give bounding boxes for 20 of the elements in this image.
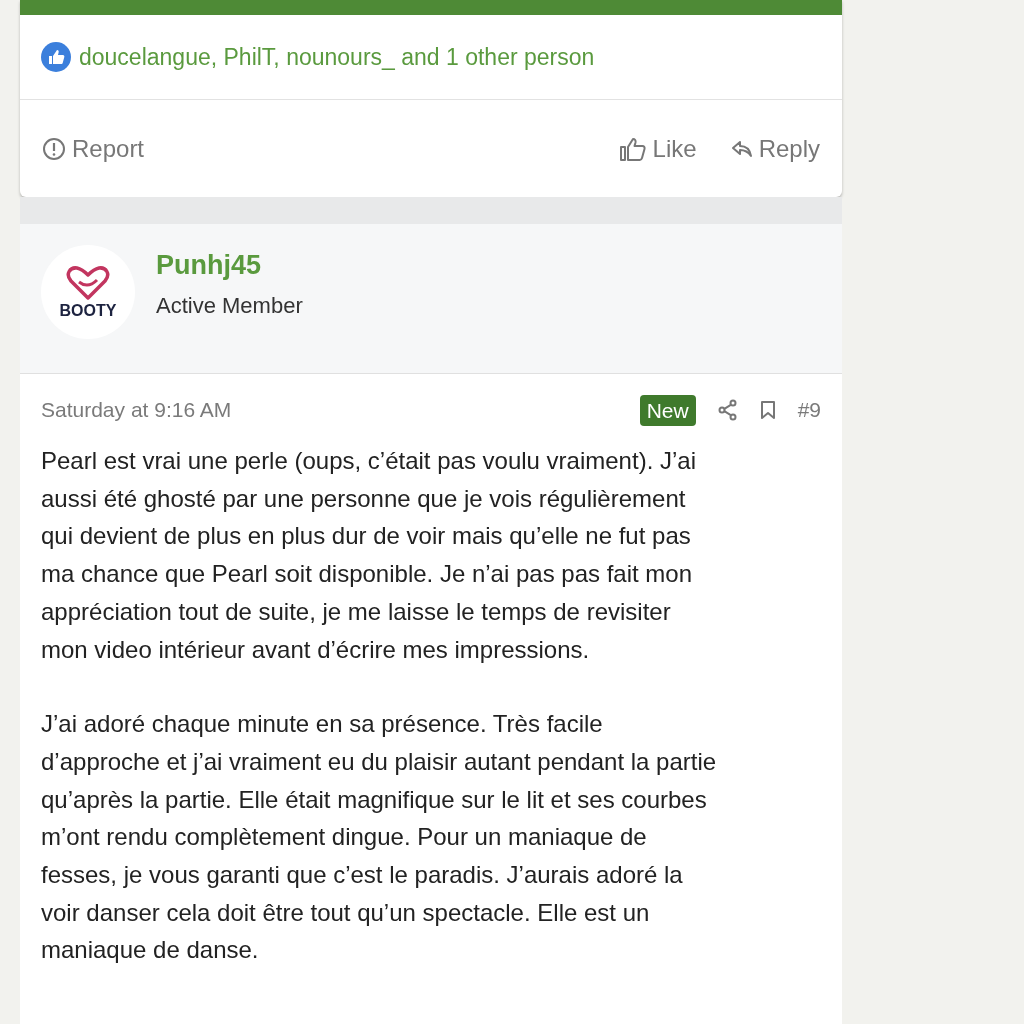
reactions-text[interactable]: doucelangue, PhilT, nounours_ and 1 other person xyxy=(79,39,595,75)
post-number[interactable]: #9 xyxy=(797,394,821,426)
post-paragraph: Pearl est vrai une perle (oups, c’était pas voulu vraiment). J’ai aussi été ghosté par une personne que je vois régulièrement qui devient de plus en plus dur de voir mais qu’elle ne fut pas ma chance que Pearl soit disponible. Je n’ai pas pas fait mon appréciation tout de suite, je me laisse le temps de revisiter mon video intérieur avant d’écrire mes impressions. xyxy=(41,446,697,665)
post-paragraph: J’ai adoré chaque minute en sa présence. Très facile d’approche et j’ai vraiment eu du plaisir autant pendant la partie qu’après la partie. Elle était magnifique sur le lit et ses courbes m’ont rendu complètement dingue. Pour un maniaque de fesses, je vous garanti que c’est le paradis. J’aurais adoré la voir danser cela doit être tout qu’un spectacle. Elle est un maniaque de danse. xyxy=(41,709,718,966)
post-date[interactable]: Saturday at 9:16 AM xyxy=(41,394,232,426)
new-badge: New xyxy=(639,394,696,426)
thumbs-up-icon xyxy=(618,135,647,162)
avatar[interactable]: BOOTY xyxy=(41,245,135,339)
reply-button[interactable]: Reply xyxy=(730,130,820,167)
heart-logo-icon xyxy=(66,265,110,301)
warning-icon xyxy=(42,136,66,161)
user-title: Active Member xyxy=(156,292,303,320)
bookmark-icon[interactable] xyxy=(759,400,776,420)
share-icon[interactable] xyxy=(717,399,738,421)
reply-icon xyxy=(730,139,753,158)
username[interactable]: Punhj45 xyxy=(156,249,303,281)
thumbs-up-icon xyxy=(41,42,71,72)
report-button[interactable]: Report xyxy=(42,130,145,167)
like-button[interactable]: Like xyxy=(618,130,697,167)
logo-text: BOOTY xyxy=(59,303,117,319)
